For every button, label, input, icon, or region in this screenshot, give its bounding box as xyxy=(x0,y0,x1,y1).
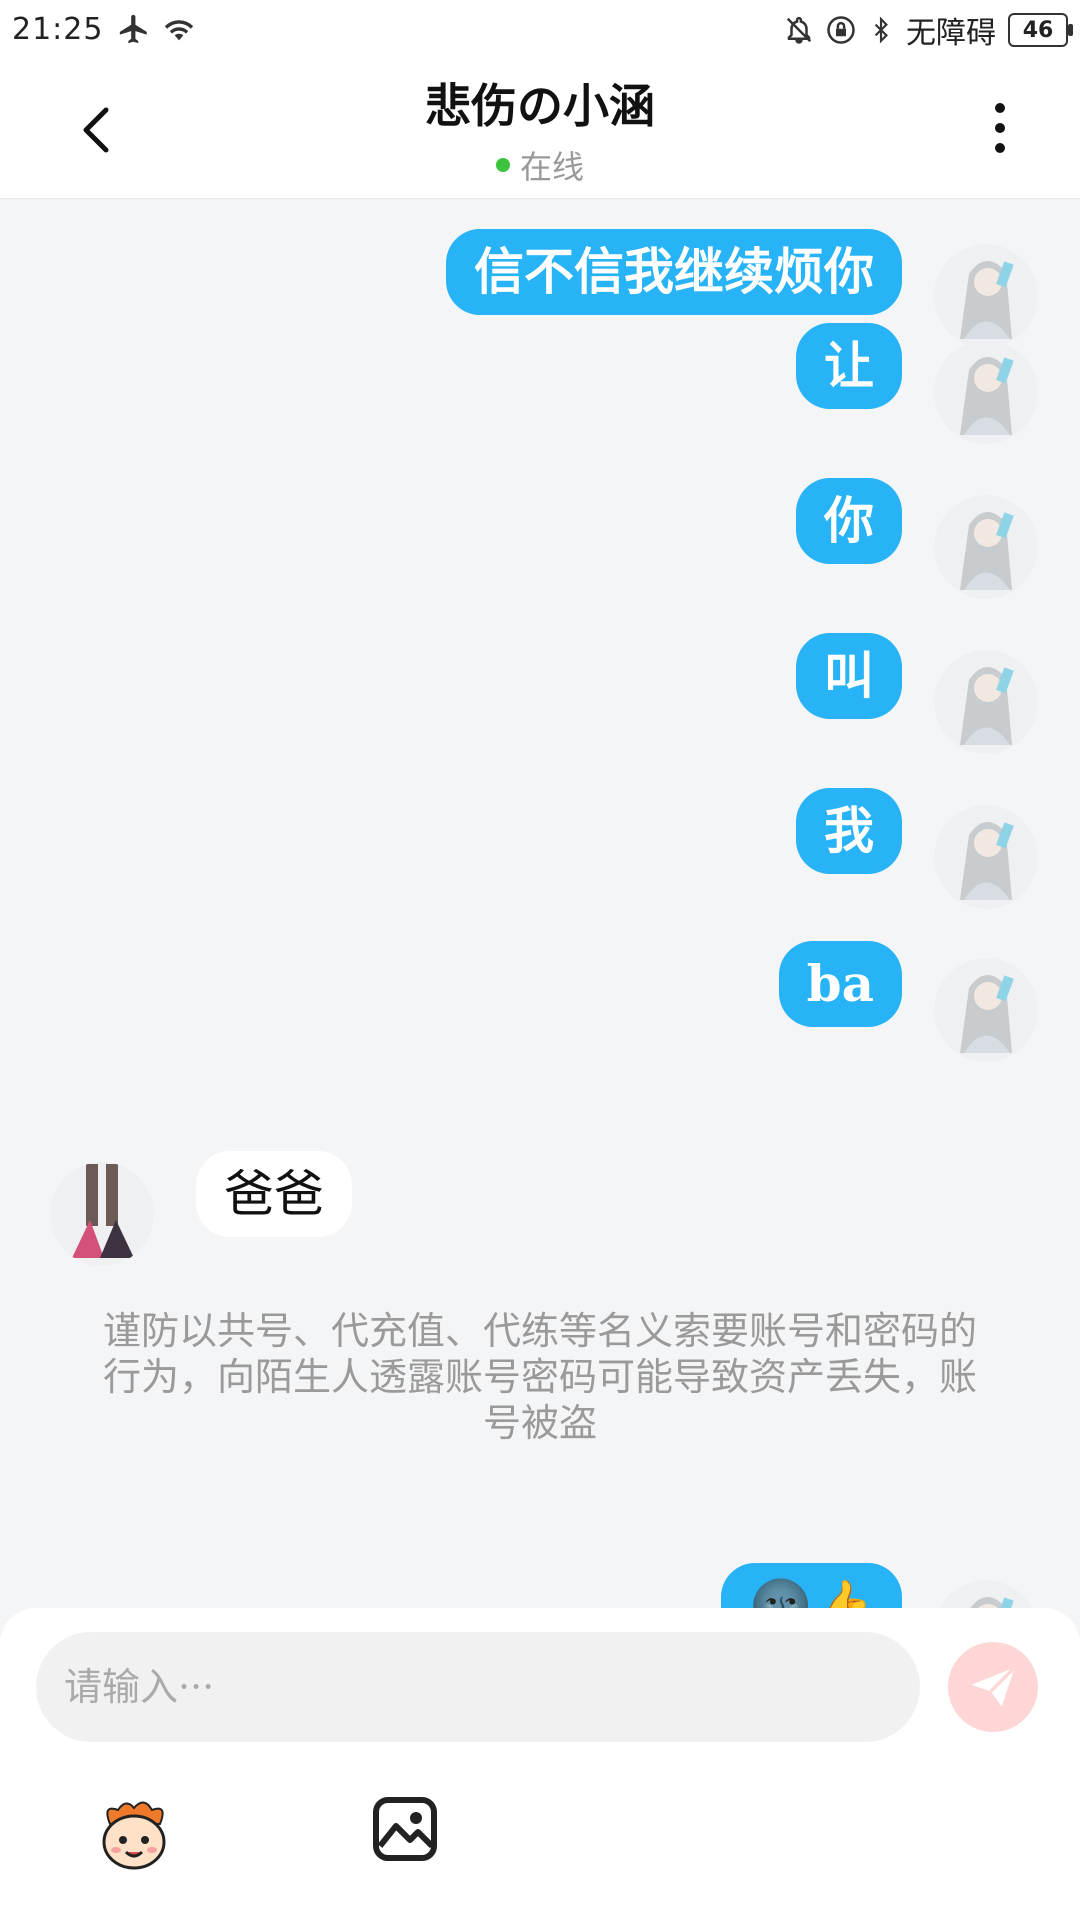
emoji-button[interactable] xyxy=(92,1794,176,1878)
input-bar xyxy=(0,1608,1080,1920)
battery-level: 46 xyxy=(1022,17,1054,43)
message-item: ba xyxy=(778,906,1080,1062)
message-item: 爸爸 xyxy=(50,1122,352,1266)
avatar[interactable] xyxy=(934,495,1038,599)
more-icon xyxy=(995,103,1005,153)
avatar[interactable] xyxy=(934,958,1038,1062)
avatar[interactable] xyxy=(50,1162,154,1266)
online-status-label: 在线 xyxy=(519,148,584,186)
message-item: 🌚👍 xyxy=(721,1528,1080,1608)
message-item: 我 xyxy=(796,753,1080,909)
avatar[interactable] xyxy=(934,805,1038,909)
accessibility-label: 无障碍 xyxy=(906,16,996,51)
message-bubble[interactable]: 爸爸 xyxy=(196,1151,352,1237)
status-time: 21:25 xyxy=(12,11,104,47)
message-bubble[interactable]: 你 xyxy=(796,478,902,564)
send-icon xyxy=(971,1666,1016,1707)
message-bubble[interactable]: 我 xyxy=(796,788,902,874)
send-button[interactable] xyxy=(948,1642,1038,1732)
battery-icon: 46 xyxy=(1008,13,1073,47)
message-bubble[interactable]: 让 xyxy=(796,323,902,409)
airplane-icon xyxy=(120,14,148,44)
message-bubble[interactable]: 叫 xyxy=(796,633,902,719)
avatar-icon xyxy=(934,495,1038,599)
online-dot xyxy=(495,158,510,172)
emoji-icon xyxy=(102,1801,166,1870)
chat-header: 悲伤の小涵 在线 xyxy=(0,58,1080,199)
avatar-icon xyxy=(939,1580,1033,1608)
message-input[interactable] xyxy=(36,1632,920,1742)
lock-rotation-icon xyxy=(827,16,855,44)
message-bubble[interactable]: ba xyxy=(778,941,902,1027)
security-notice: 谨防以共号、代充值、代练等名义索要账号和密码的行为，向陌生人透露账号密码可能导致… xyxy=(102,1309,977,1445)
image-icon xyxy=(373,1797,437,1861)
chat-title: 悲伤の小涵 xyxy=(425,79,655,133)
bluetooth-icon xyxy=(874,16,888,44)
online-status: 在线 xyxy=(495,142,584,188)
avatar[interactable] xyxy=(934,1580,1038,1608)
status-bar: 21:25 无障碍 46 xyxy=(0,0,1080,58)
message-item: 叫 xyxy=(796,598,1080,754)
avatar[interactable] xyxy=(934,340,1038,444)
more-options-button[interactable] xyxy=(980,98,1020,158)
image-button[interactable] xyxy=(372,1796,438,1862)
avatar-icon xyxy=(50,1162,154,1266)
bell-off-icon xyxy=(786,16,812,44)
message-item: 让 xyxy=(796,288,1080,444)
avatar-icon xyxy=(934,958,1038,1062)
message-bubble[interactable]: 🌚👍 xyxy=(721,1563,902,1608)
avatar[interactable] xyxy=(934,650,1038,754)
wifi-icon xyxy=(165,20,194,41)
avatar-icon xyxy=(934,650,1038,754)
message-list[interactable]: 信不信我继续烦你 让 你 叫 我 ba 爸爸 谨防以共号、代充值、代练等名义索要… xyxy=(0,198,1080,1608)
message-item: 你 xyxy=(796,443,1080,599)
avatar-icon xyxy=(934,340,1038,444)
avatar-icon xyxy=(934,805,1038,909)
